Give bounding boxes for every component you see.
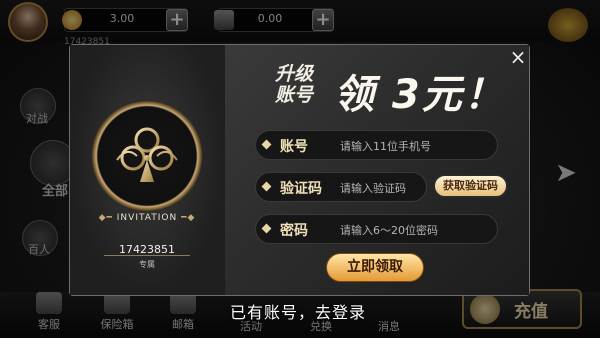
title-small-text: 升级 账号 (274, 63, 313, 106)
phone-label: 账号 (280, 139, 308, 155)
invitation-sub: 专属 (139, 260, 155, 269)
password-label: 密码 (280, 223, 308, 239)
phone-placeholder[interactable]: 请输入11位手机号 (340, 138, 431, 154)
password-placeholder[interactable]: 请输入6～20位密码 (340, 222, 438, 238)
verification-code-placeholder[interactable]: 请输入验证码 (340, 180, 406, 196)
close-button[interactable]: × (508, 47, 528, 67)
title-upgrade-account: 升级 账号 (264, 64, 324, 106)
club-icon (116, 127, 178, 182)
have-account-login-link[interactable]: 已有账号，去登录 (230, 299, 366, 323)
invitation-divider (104, 255, 190, 256)
get-verification-code-button[interactable]: 获取验证码 (433, 174, 508, 198)
claim-now-button[interactable]: 立即领取 (326, 253, 424, 282)
verification-code-label: 验证码 (280, 181, 322, 197)
title-claim-reward: 领 3元！ (334, 72, 506, 118)
invitation-label: ◆━ INVITATION ━◆ (98, 213, 196, 223)
